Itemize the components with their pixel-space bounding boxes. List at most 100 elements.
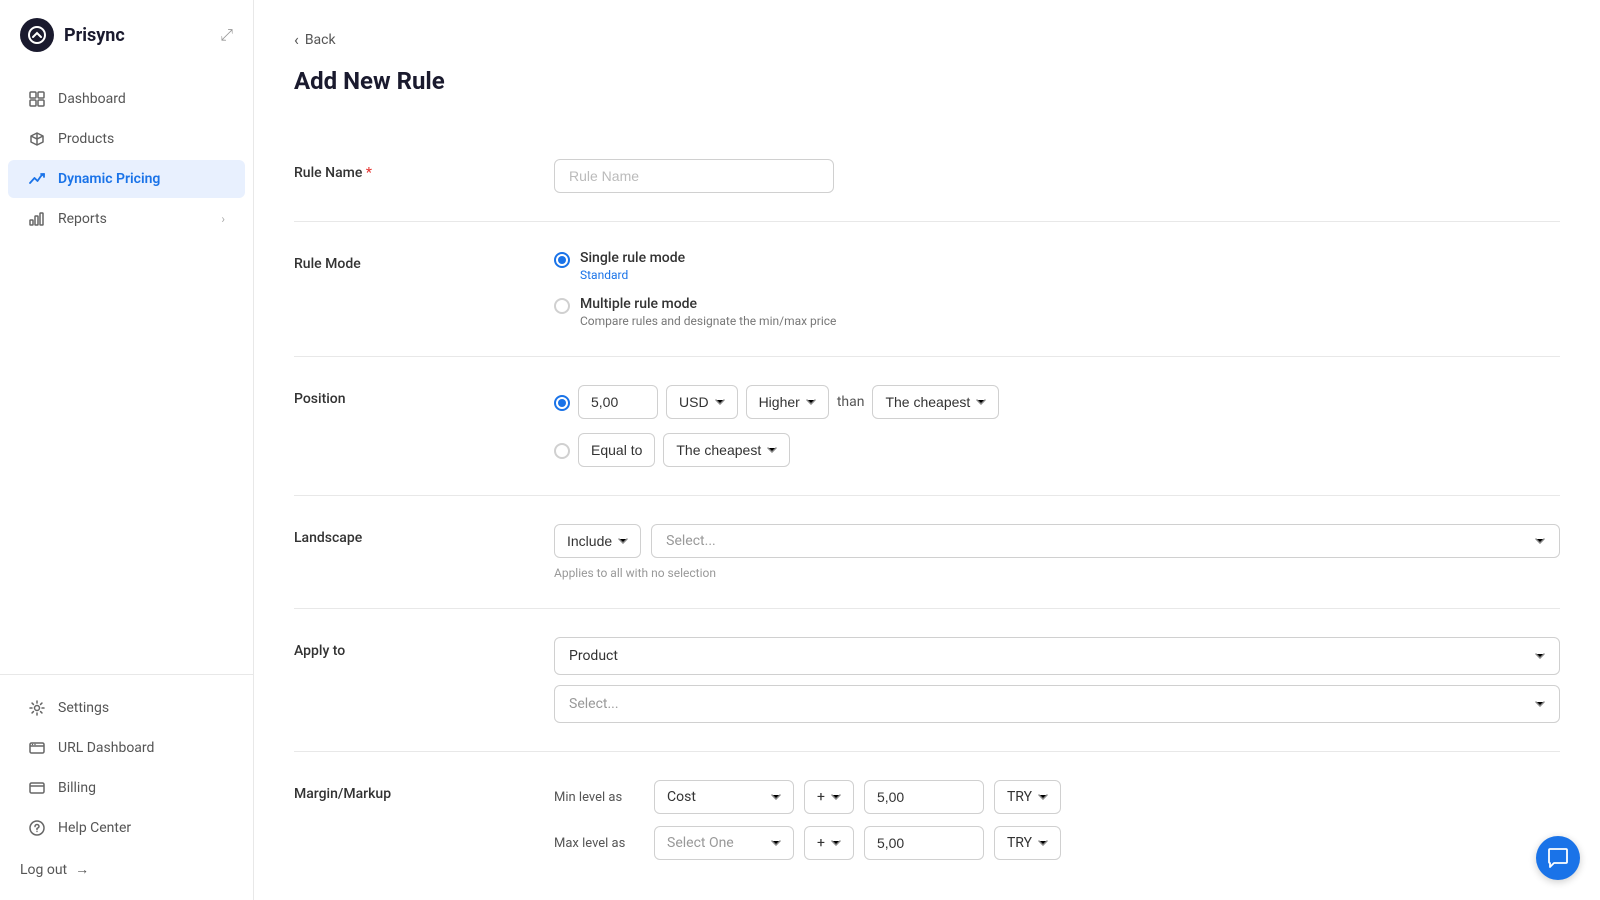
position-label: Position (294, 385, 514, 467)
sidebar-item-billing-label: Billing (58, 780, 96, 796)
max-operator-select[interactable]: + (804, 826, 854, 860)
direction-value: Higher (759, 394, 800, 410)
back-arrow-icon: ‹ (294, 30, 299, 49)
trending-up-icon (28, 170, 46, 188)
min-level-row: Min level as Cost + TRY (554, 780, 1560, 814)
reference2-chevron-icon (767, 447, 777, 453)
single-rule-sub: Standard (580, 268, 685, 282)
apply-to-selected: Product (569, 648, 618, 664)
logo-icon (20, 18, 54, 52)
apply-to-label: Apply to (294, 637, 514, 723)
sidebar-item-settings[interactable]: Settings (8, 689, 245, 727)
rule-mode-radio-group: Single rule mode Standard Multiple rule … (554, 250, 1560, 328)
chevron-down-icon: › (221, 212, 225, 226)
sidebar-item-billing[interactable]: Billing (8, 769, 245, 807)
margin-markup-content: Min level as Cost + TRY (554, 780, 1560, 872)
single-rule-label: Single rule mode (580, 250, 685, 266)
currency-value: USD (679, 394, 709, 410)
sidebar-expand-icon[interactable]: ⤢ (220, 25, 233, 45)
landscape-row: Include Select... (554, 524, 1560, 558)
back-label: Back (305, 32, 336, 48)
than-text: than (837, 394, 865, 410)
rule-name-section: Rule Name * (294, 131, 1560, 222)
max-currency-select[interactable]: TRY (994, 826, 1061, 860)
min-cost-select[interactable]: Cost (654, 780, 794, 814)
min-currency-select[interactable]: TRY (994, 780, 1061, 814)
rule-name-content (554, 159, 1560, 193)
logo-area: Prisync ⤢ (0, 0, 253, 70)
min-operator-select[interactable]: + (804, 780, 854, 814)
main-content: ‹ Back Add New Rule Rule Name * Rule Mod… (254, 0, 1600, 900)
max-value-input[interactable] (864, 826, 984, 860)
position-value-input[interactable] (578, 385, 658, 419)
sidebar-item-reports[interactable]: Reports › (8, 200, 245, 238)
currency-select-button[interactable]: USD (666, 385, 738, 419)
multiple-rule-sub: Compare rules and designate the min/max … (580, 314, 836, 328)
min-cost-value: Cost (667, 789, 696, 805)
sidebar-item-dashboard-label: Dashboard (58, 91, 126, 107)
max-level-label: Max level as (554, 836, 644, 851)
position-section: Position USD Higher than (294, 357, 1560, 496)
sidebar-item-url-dashboard[interactable]: URL Dashboard (8, 729, 245, 767)
apply-to-section: Apply to Product Select... (294, 609, 1560, 752)
sidebar-item-products-label: Products (58, 131, 114, 147)
apply-to-placeholder2: Select... (569, 696, 619, 712)
sidebar-item-settings-label: Settings (58, 700, 109, 716)
sidebar: Prisync ⤢ Dashboard Pr (0, 0, 254, 900)
single-rule-mode-option[interactable]: Single rule mode Standard (554, 250, 1560, 282)
gear-icon (28, 699, 46, 717)
rule-name-input[interactable] (554, 159, 834, 193)
max-chevron-icon (771, 840, 781, 846)
bar-chart-icon (28, 210, 46, 228)
sidebar-item-reports-label: Reports (58, 211, 107, 227)
multiple-rule-label: Multiple rule mode (580, 296, 836, 312)
landscape-label: Landscape (294, 524, 514, 580)
rule-mode-section: Rule Mode Single rule mode Standard Mult… (294, 222, 1560, 357)
landscape-select-wide[interactable]: Select... (651, 524, 1560, 558)
position-row1: USD Higher than The cheapest (554, 385, 1560, 419)
equal-to-button[interactable]: Equal to (578, 433, 655, 467)
max-currency-chevron-icon (1038, 840, 1048, 846)
apply-to-product-select[interactable]: Product (554, 637, 1560, 675)
sidebar-item-help-center-label: Help Center (58, 820, 131, 836)
logout-button[interactable]: Log out → (0, 851, 253, 888)
rule-mode-content: Single rule mode Standard Multiple rule … (554, 250, 1560, 328)
direction-select-button[interactable]: Higher (746, 385, 829, 419)
chat-widget-button[interactable] (1536, 836, 1580, 880)
max-operator-chevron-icon (831, 840, 841, 846)
sidebar-item-products[interactable]: Products (8, 120, 245, 158)
equal-to-label: Equal to (591, 442, 642, 458)
main-nav: Dashboard Products Dynamic Pricing (0, 70, 253, 674)
sidebar-item-dashboard[interactable]: Dashboard (8, 80, 245, 118)
apply-to-chevron-icon (1535, 653, 1545, 659)
grid-icon (28, 90, 46, 108)
max-level-row: Max level as Select One + TRY (554, 826, 1560, 860)
position-row2-radio[interactable] (554, 443, 570, 459)
rule-name-label: Rule Name * (294, 159, 514, 193)
min-value-input[interactable] (864, 780, 984, 814)
max-select[interactable]: Select One (654, 826, 794, 860)
multiple-rule-radio[interactable] (554, 298, 570, 314)
apply-to-select2[interactable]: Select... (554, 685, 1560, 723)
include-select-button[interactable]: Include (554, 524, 641, 558)
margin-markup-section: Margin/Markup Min level as Cost + (294, 752, 1560, 900)
reference-select-button[interactable]: The cheapest (872, 385, 999, 419)
position-row1-radio[interactable] (554, 395, 570, 411)
landscape-content: Include Select... Applies to all with no… (554, 524, 1560, 580)
sidebar-bottom: Settings URL Dashboard Billi (0, 674, 253, 900)
sidebar-item-help-center[interactable]: Help Center (8, 809, 245, 847)
landscape-placeholder: Select... (666, 533, 1529, 549)
position-content: USD Higher than The cheapest (554, 385, 1560, 467)
reference-value: The cheapest (885, 394, 970, 410)
sidebar-item-dynamic-pricing[interactable]: Dynamic Pricing (8, 160, 245, 198)
reference2-value: The cheapest (676, 442, 761, 458)
reference2-select-button[interactable]: The cheapest (663, 433, 790, 467)
back-link[interactable]: ‹ Back (294, 30, 1560, 49)
position-row2: Equal to The cheapest (554, 433, 1560, 467)
box-icon (28, 130, 46, 148)
max-operator-value: + (817, 835, 825, 851)
landscape-hint: Applies to all with no selection (554, 566, 1560, 580)
min-currency-chevron-icon (1038, 794, 1048, 800)
single-rule-radio[interactable] (554, 252, 570, 268)
multiple-rule-mode-option[interactable]: Multiple rule mode Compare rules and des… (554, 296, 1560, 328)
